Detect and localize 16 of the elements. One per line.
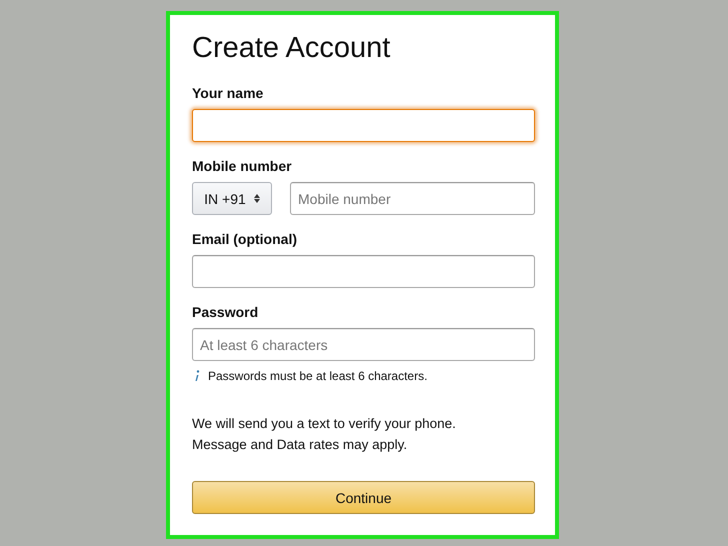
- info-icon: [194, 370, 200, 382]
- continue-button[interactable]: Continue: [192, 481, 535, 514]
- notice-text: We will send you a text to verify your phone.: [192, 415, 457, 433]
- sort-arrows-icon: [254, 194, 260, 203]
- mobile-number-field[interactable]: Mobile number: [290, 182, 535, 215]
- country-code-select[interactable]: IN +91: [192, 182, 272, 215]
- field-label: Mobile number: [192, 158, 293, 174]
- field-label: Email (optional): [192, 231, 298, 247]
- input-field[interactable]: [192, 255, 535, 288]
- page-title: Create Account: [192, 31, 392, 66]
- input-field[interactable]: At least 6 characters: [192, 328, 535, 361]
- field-label: Your name: [192, 85, 264, 101]
- field-label: Password: [192, 304, 260, 320]
- input-field[interactable]: [192, 109, 535, 142]
- notice-text: Message and Data rates may apply.: [192, 436, 408, 454]
- hint-text: Passwords must be at least 6 characters.: [208, 369, 428, 383]
